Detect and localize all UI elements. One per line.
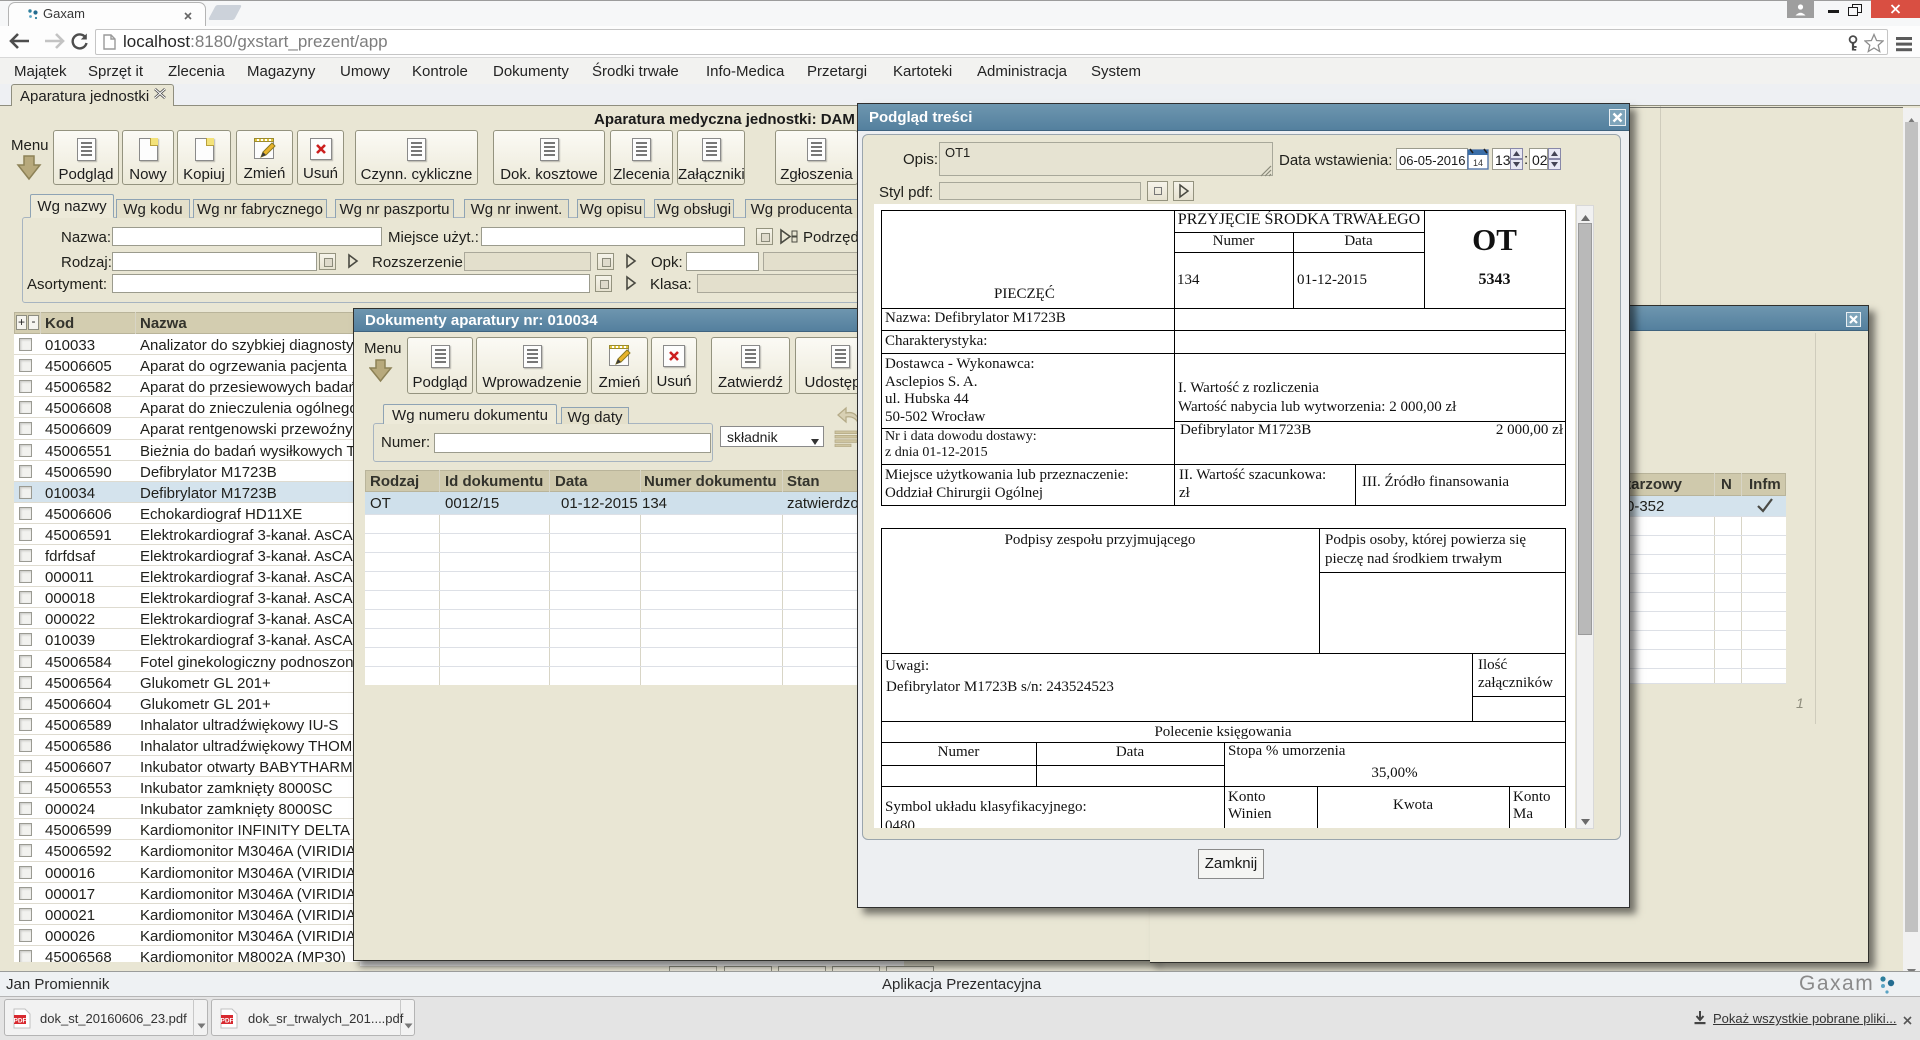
svg-text:PDF: PDF bbox=[14, 1018, 27, 1025]
svg-text:14: 14 bbox=[1473, 158, 1483, 168]
svg-text:PDF: PDF bbox=[221, 1018, 234, 1025]
